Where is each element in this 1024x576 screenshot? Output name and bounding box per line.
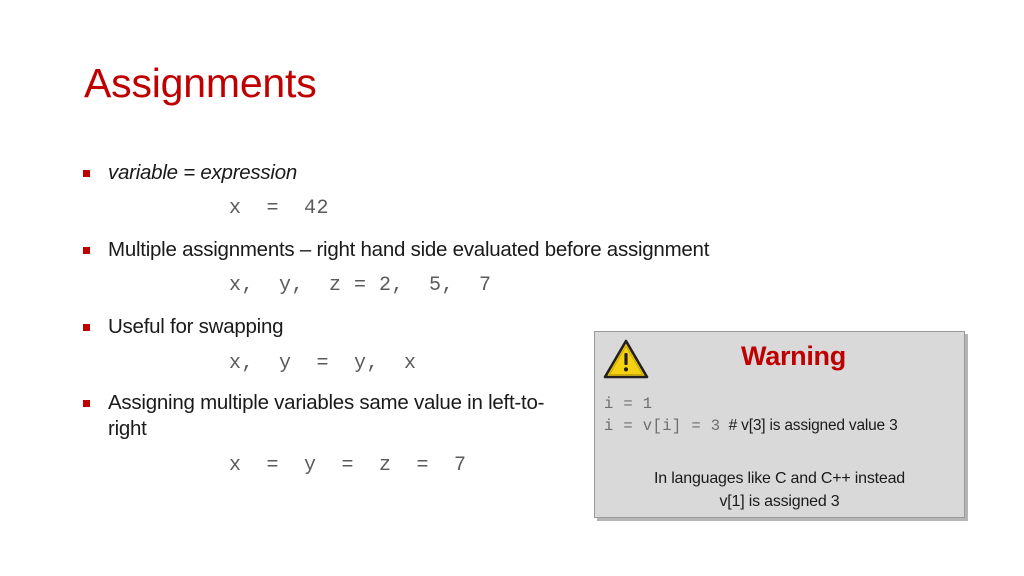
list-item: Assigning multiple variables same value … (78, 390, 548, 442)
code-snippet: x = y = z = 7 (229, 454, 467, 477)
list-item-label: variable = expression (108, 161, 298, 184)
list-item-label: Assigning multiple variables same value … (108, 391, 545, 440)
bullet-square-icon (83, 324, 90, 331)
list-item: Multiple assignments – right hand side e… (78, 237, 838, 263)
slide-canvas: Assignments variable = expression x = 42… (0, 0, 1024, 576)
list-item-label: Multiple assignments – right hand side e… (108, 238, 710, 261)
warning-note-line-2: v[1] is assigned 3 (719, 493, 840, 510)
list-item: variable = expression (78, 160, 598, 186)
warning-title: Warning (741, 341, 846, 371)
code-snippet: x, y, z = 2, 5, 7 (229, 274, 492, 297)
warning-code-comment: # v[3] is assigned value 3 (720, 417, 898, 434)
bullet-square-icon (83, 170, 90, 177)
warning-code-line-2: i = v[i] = 3 # v[3] is assigned value 3 (604, 415, 898, 437)
warning-code-line-1: i = 1 (604, 395, 653, 413)
code-snippet: x = 42 (229, 197, 330, 220)
list-item-label: Useful for swapping (108, 315, 284, 338)
page-title: Assignments (84, 60, 317, 106)
warning-callout: Warning i = 1 i = v[i] = 3 # v[3] is ass… (594, 331, 965, 518)
bullet-square-icon (83, 247, 90, 254)
warning-note-line-1: In languages like C and C++ instead (654, 470, 905, 487)
warning-code-text: i = v[i] = 3 (604, 417, 721, 435)
code-snippet: x, y = y, x (229, 352, 417, 375)
list-item: Useful for swapping (78, 314, 598, 340)
bullet-square-icon (83, 400, 90, 407)
